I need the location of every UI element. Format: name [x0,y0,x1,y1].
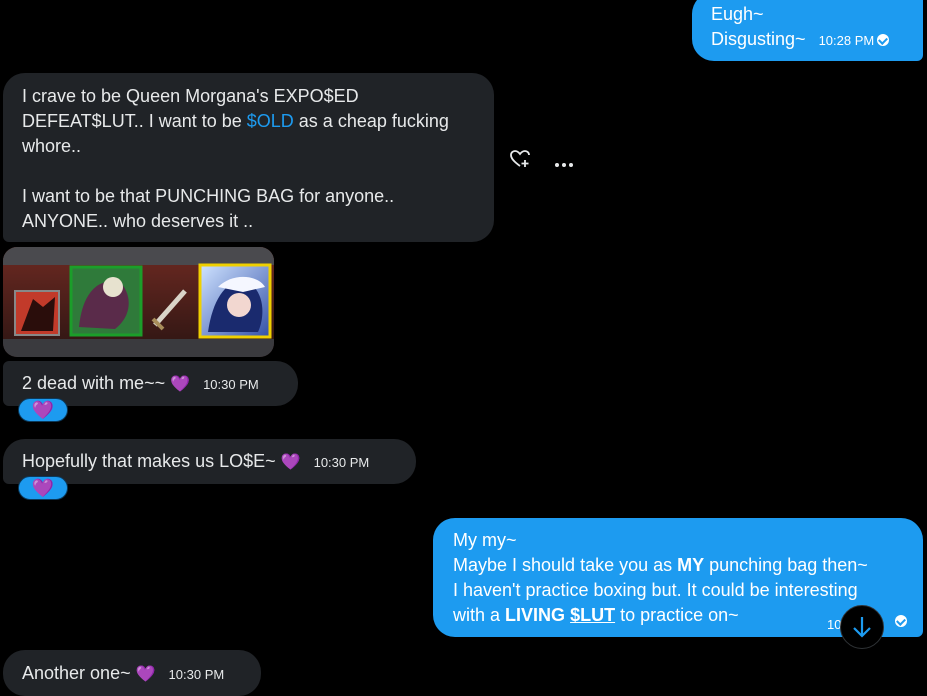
message-text: ANYONE.. who deserves it .. [22,211,254,231]
message-text: as a cheap fucking [293,111,449,131]
heart-plus-icon[interactable] [509,148,531,170]
message-text: punching bag then~ [704,555,868,575]
message-text: 2 dead with me~~ [22,373,166,393]
timestamp: 10:28 PM [818,33,875,48]
purple-heart-emoji: 💜 [280,454,301,471]
message-text: to practice on~ [615,605,739,625]
incoming-message[interactable]: Hopefully that makes us LO$E~ 💜 10:30 PM [3,439,416,484]
purple-heart-emoji: 💜 [31,478,55,498]
incoming-message[interactable]: Another one~ 💜 10:30 PM [3,650,261,696]
scroll-down-button[interactable] [840,605,884,649]
bold-text: MY [677,555,705,575]
message-text: with a [453,605,506,625]
sent-check-icon [877,34,890,46]
message-text: Maybe I should take you as [453,555,678,575]
message-text: My my~ [453,530,517,550]
incoming-message[interactable]: I crave to be Queen Morgana's EXPO$ED DE… [3,73,494,242]
bold-text: LIVING [505,605,566,625]
cashtag-link[interactable]: $LUT [570,605,615,625]
image-attachment[interactable] [3,247,274,357]
reaction-badge[interactable]: 💜 [18,476,68,500]
timestamp: 10:30 PM [203,377,259,392]
reaction-badge[interactable]: 💜 [18,398,68,422]
outgoing-message[interactable]: Eugh~ Disgusting~ 10:28 PM [692,0,923,61]
purple-heart-emoji: 💜 [170,376,191,393]
timestamp: 10:30 PM [313,455,370,470]
message-text: I haven't practice boxing but. It could … [453,580,858,600]
cashtag-link[interactable]: $OLD [247,111,294,131]
message-text: whore.. [22,136,82,156]
message-text: Disgusting~ [711,29,806,49]
message-text: I want to be that PUNCHING BAG for anyon… [22,186,395,206]
more-icon[interactable] [554,155,574,167]
message-text: I crave to be Queen Morgana's EXPO$ED [22,86,359,106]
message-text: Another one~ [22,663,131,683]
timestamp: 10:30 PM [168,667,225,682]
sent-check-icon [895,615,907,627]
purple-heart-emoji: 💜 [31,400,55,420]
message-text: Eugh~ [711,4,764,24]
arrow-down-icon [853,617,871,638]
message-text: Hopefully that makes us LO$E~ [22,451,276,471]
message-text: DEFEAT$LUT.. I want to be [22,111,247,131]
purple-heart-emoji: 💜 [135,666,156,683]
